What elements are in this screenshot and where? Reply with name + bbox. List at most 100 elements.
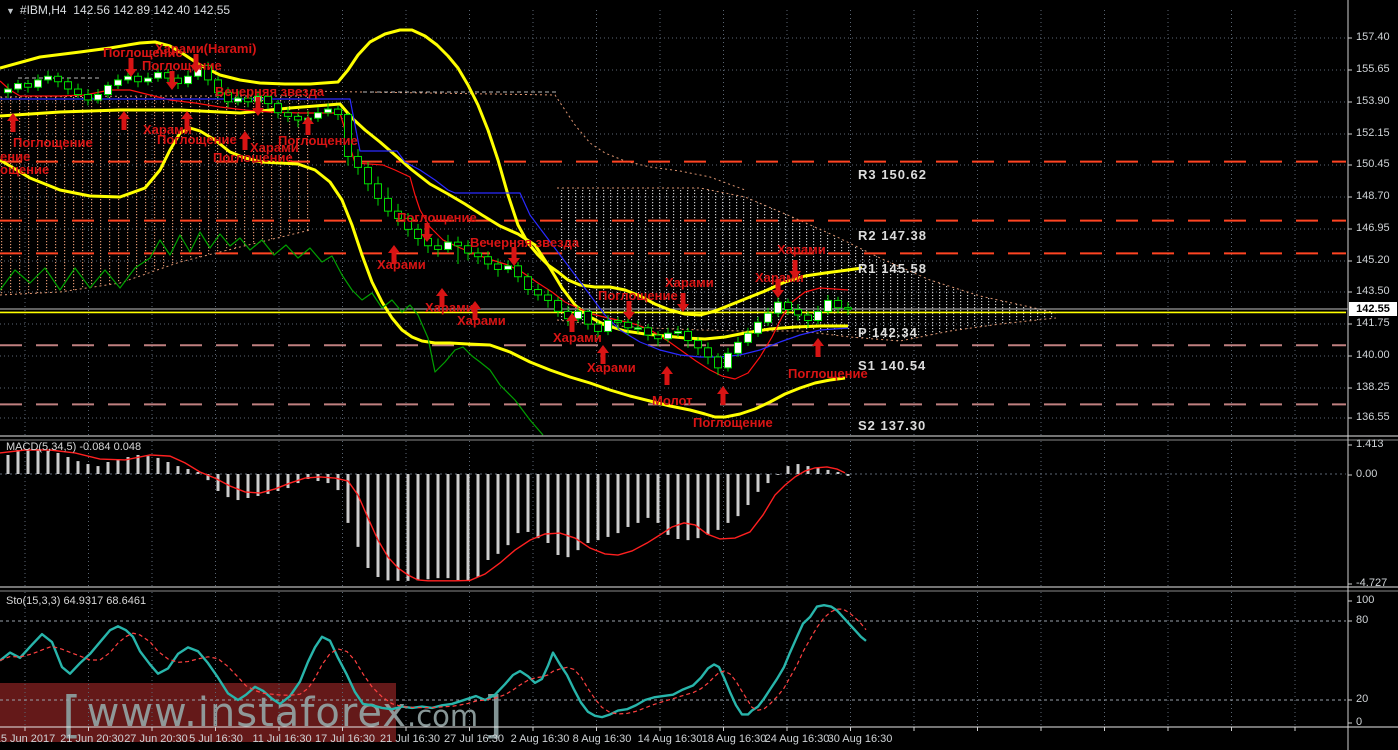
pattern-annotation: Харами [777,242,826,257]
price-axis-label: 145.20 [1356,254,1390,266]
candle-body [294,115,302,121]
candle-body [554,299,562,312]
time-axis-label: 27 Jul 16:30 [444,733,504,745]
pattern-annotation: Молот [652,393,693,408]
pivot-label-p: P 142.34 [858,325,918,340]
candle-body [744,332,752,343]
candle-body [514,265,522,278]
pattern-annotation: Харами [553,330,602,345]
macd-indicator-label: MACD(5,34,5) -0.084 0.048 [6,441,142,453]
pattern-annotation: Харами [755,270,804,285]
candle-body [474,252,482,258]
candle-body [844,307,852,310]
time-axis-label: 15 Jun 2017 [0,733,56,745]
candle-body [774,301,782,314]
candle-body [614,319,622,323]
candle-body [124,75,132,81]
macd-axis-label: 1.413 [1356,438,1384,450]
pattern-annotation: Поглощение [213,150,293,165]
time-axis-label: 27 Jun 20:30 [124,733,188,745]
candle-body [664,332,672,340]
up-signal-arrow-icon [717,386,729,405]
candle-body [154,72,162,79]
up-signal-arrow-icon [661,366,673,385]
candle-body [34,79,42,88]
price-axis-label: 157.40 [1356,31,1390,43]
pivot-label-s2: S2 137.30 [858,418,927,433]
price-axis-label: 143.50 [1356,285,1390,297]
time-axis-label: 24 Aug 16:30 [764,733,830,745]
price-axis-label: 140.00 [1356,349,1390,361]
candle-body [54,75,62,83]
pattern-annotation: Харами [665,275,714,290]
candle-body [544,294,552,301]
candle-body [704,347,712,358]
candle-body [794,309,802,316]
price-axis-label: 150.45 [1356,158,1390,170]
candle-body [634,327,642,330]
candle-body [534,289,542,296]
candle-body [334,108,342,116]
candle-body [114,79,122,86]
candle-body [364,166,372,185]
price-axis-label: 148.70 [1356,190,1390,202]
pattern-annotation: ощение [0,162,50,177]
price-axis-label: 146.95 [1356,222,1390,234]
panel-separator [0,436,1398,440]
candle-body [14,83,22,90]
candle-body [374,183,382,199]
pivot-label-r2: R2 147.38 [858,228,927,243]
symbol-dropdown-icon[interactable]: ▼ [6,6,15,16]
time-axis-label: 11 Jul 16:30 [252,733,312,745]
pattern-annotation: Вечерняя звезда [215,84,325,99]
chart-title: ▼ #IBM,H4 142.56 142.89 142.40 142.55 [6,3,230,17]
price-axis-label: 138.25 [1356,381,1390,393]
candle-body [94,93,102,101]
candle-body [504,265,512,270]
macd-axis-label: -4.727 [1356,577,1388,589]
candle-body [384,197,392,212]
candle-body [354,155,362,168]
candle-body [84,93,92,101]
chart-canvas[interactable] [0,0,1398,750]
time-axis-label: 8 Aug 16:30 [572,733,632,745]
candle-body [24,83,32,88]
candle-body [724,352,732,369]
pattern-annotation: Поглощение [157,132,237,147]
pattern-annotation: Поглощение [142,58,222,73]
ohlc-values: 142.56 142.89 142.40 142.55 [73,3,231,17]
candle-body [524,276,532,291]
current-price-box: 142.55 [1349,302,1397,316]
candle-body [824,299,832,312]
stochastic-indicator-label: Sto(15,3,3) 64.9317 68.6461 [6,595,147,607]
time-axis-label: 2 Aug 16:30 [510,733,570,745]
candle-body [314,112,322,119]
candle-body [434,245,442,250]
time-axis-label: 5 Jul 16:30 [189,733,243,745]
price-axis-label: 152.15 [1356,127,1390,139]
sto-axis-label: 100 [1356,594,1375,606]
pattern-annotation: Вечерняя звезда [470,235,580,250]
candle-body [324,108,332,114]
price-axis-label: 155.65 [1356,63,1390,75]
pattern-annotation: Харами [377,257,426,272]
candle-body [74,88,82,95]
candle-body [274,103,282,114]
stochastic-d-line [0,608,867,715]
pivot-label-r1: R1 145.58 [858,261,927,276]
candle-body [184,75,192,85]
macd-axis-label: 0.00 [1356,468,1378,480]
time-axis-label: 21 Jul 16:30 [380,733,440,745]
candle-body [414,228,422,239]
price-axis-label: 141.75 [1356,317,1390,329]
pattern-annotation: Поглощение [13,135,93,150]
candle-body [574,310,582,320]
trading-chart-window: [ www.instaforex.com ] ▼ #IBM,H4 142.56 1… [0,0,1398,750]
candle-body [714,356,722,369]
candle-body [734,341,742,354]
pattern-annotation: Поглощение [788,366,868,381]
candle-body [4,88,12,94]
candle-body [804,314,812,321]
pattern-annotation: Харами [457,313,506,328]
candle-body [484,256,492,265]
